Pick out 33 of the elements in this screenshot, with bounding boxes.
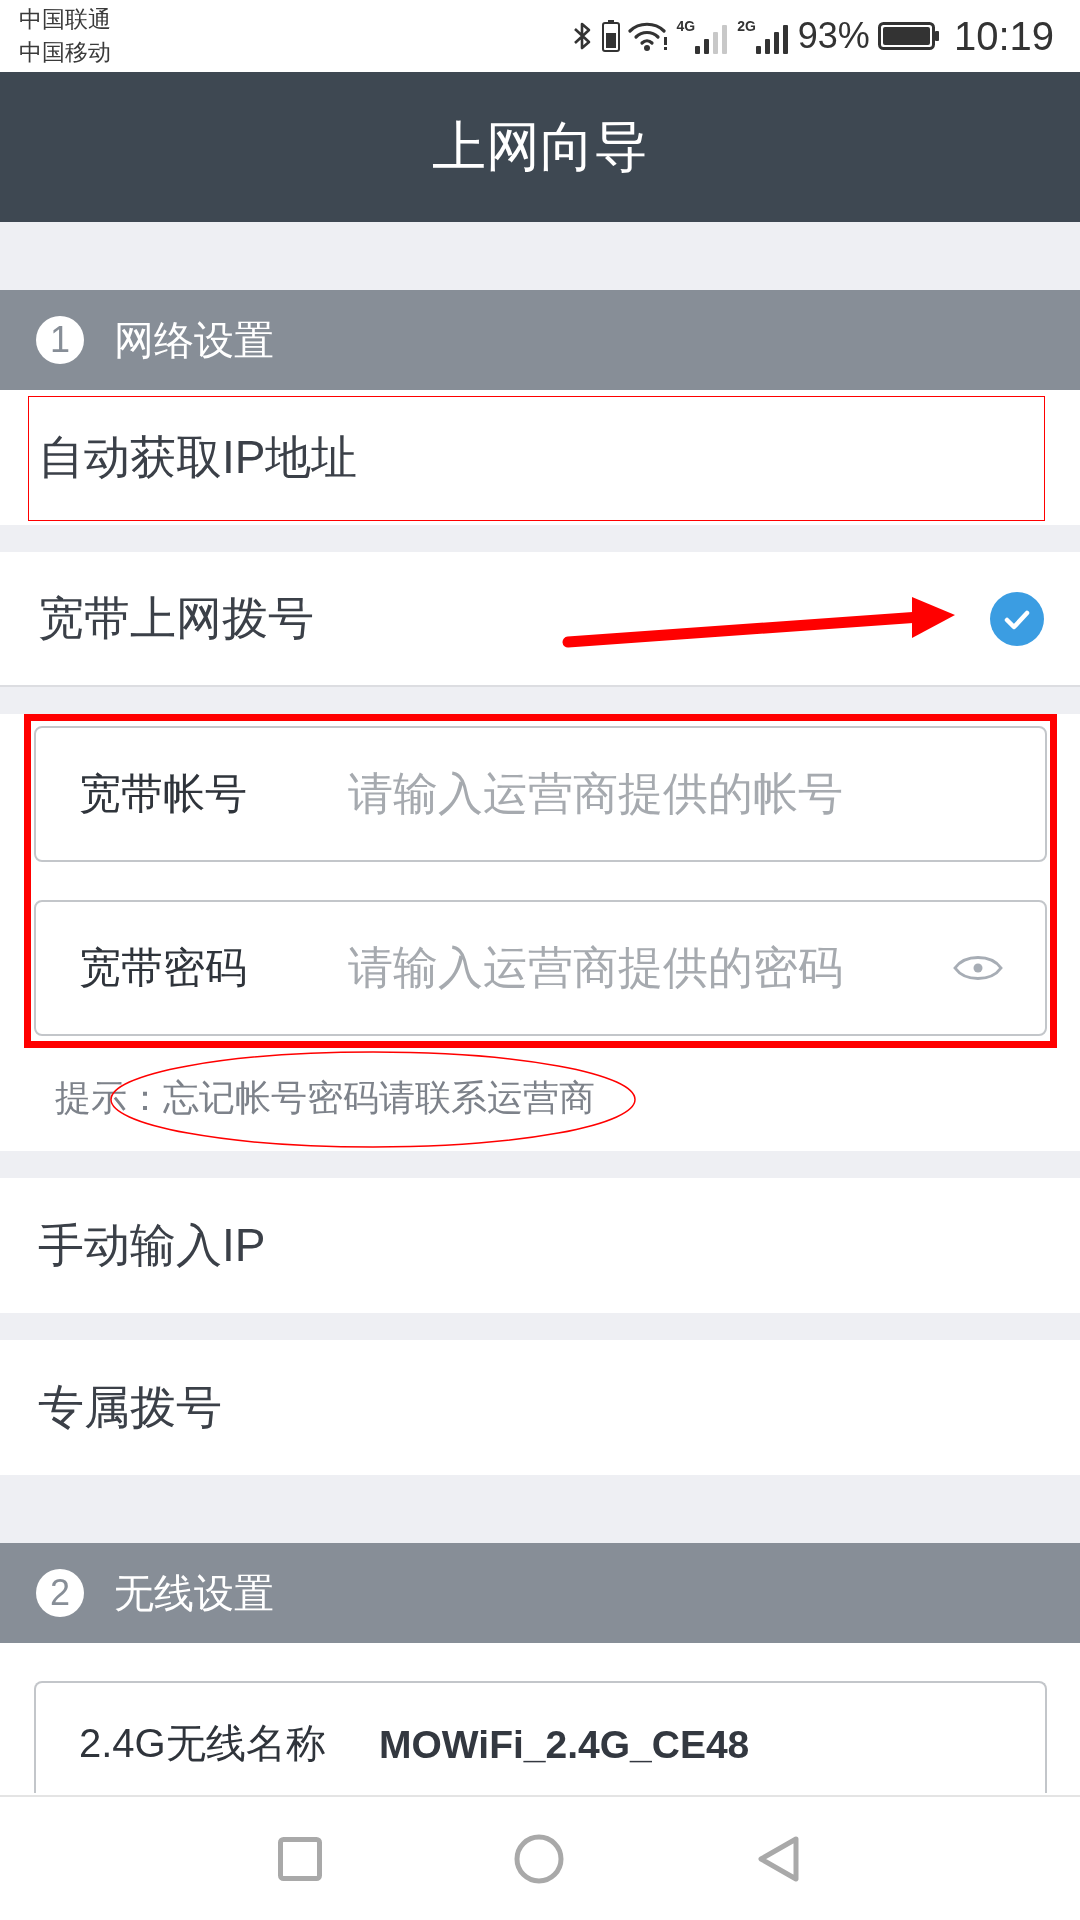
battery-percentage: 93%: [797, 16, 870, 56]
option-row[interactable]: 自动获取IP地址: [0, 390, 1080, 525]
step-number: 2: [36, 1569, 84, 1617]
network-type: 4G: [676, 18, 696, 34]
section-title: 网络设置: [114, 316, 274, 364]
password-input[interactable]: 请输入运营商提供的密码: [348, 942, 953, 994]
triangle-icon[interactable]: [756, 1834, 800, 1883]
battery-icon: [602, 20, 621, 52]
signal-icon: [695, 24, 730, 54]
field-label: 宽带密码: [79, 944, 248, 992]
carrier-name: 中国移动: [19, 38, 111, 67]
network-type: 2G: [737, 18, 756, 34]
input-field[interactable]: 2.4G无线名称 MOWiFi_2.4G_CE48: [34, 1681, 1047, 1793]
carrier-name: 中国联通: [19, 5, 111, 34]
square-icon[interactable]: [278, 1836, 322, 1881]
wifi-icon: [628, 20, 669, 52]
circle-icon[interactable]: [514, 1833, 564, 1884]
option-row[interactable]: 专属拨号: [0, 1340, 1080, 1475]
input-field[interactable]: 宽带帐号 请输入运营商提供的帐号: [34, 726, 1047, 862]
text-input[interactable]: MOWiFi_2.4G_CE48: [379, 1719, 1003, 1771]
field-label: 2.4G无线名称: [79, 1720, 327, 1767]
battery-icon: [877, 22, 940, 50]
page-title: 上网向导: [432, 114, 648, 178]
option-row[interactable]: 手动输入IP: [0, 1178, 1080, 1313]
check-icon: [990, 591, 1044, 646]
clock-time: 10:19: [953, 14, 1054, 58]
field-label: 宽带帐号: [79, 770, 248, 818]
step-number: 1: [36, 316, 84, 364]
signal-icon: [755, 24, 790, 54]
option-row[interactable]: 宽带上网拨号: [0, 552, 1080, 687]
text-input[interactable]: 请输入运营商提供的帐号: [348, 768, 1003, 820]
input-field[interactable]: 宽带密码 请输入运营商提供的密码: [34, 900, 1047, 1036]
section-title: 无线设置: [114, 1569, 274, 1617]
